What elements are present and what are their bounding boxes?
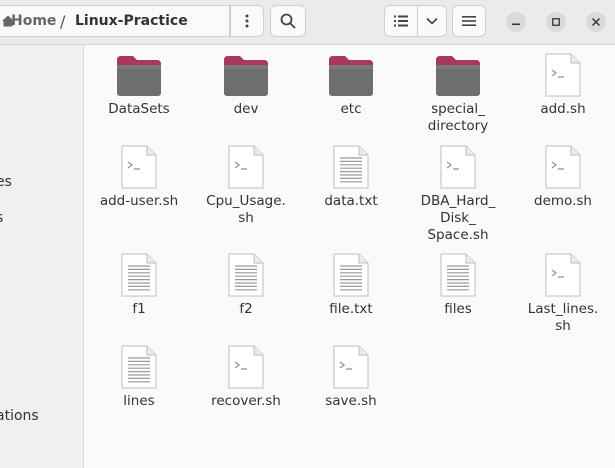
file-name-label: add-user.sh [99, 193, 179, 209]
text-file-icon [331, 144, 371, 190]
file-name-label: recover.sh [211, 393, 281, 409]
maximize-icon [552, 18, 560, 26]
file-name-label: add.sh [540, 101, 586, 117]
script-file-icon [543, 252, 583, 298]
folder-icon [222, 54, 270, 100]
main-menu-button[interactable] [452, 5, 486, 37]
path-menu-button[interactable] [230, 5, 264, 37]
maximize-button[interactable] [546, 12, 566, 32]
hamburger-icon [462, 16, 476, 26]
sidebar-item[interactable]: ations [0, 408, 39, 424]
file-name-label: files [444, 301, 472, 317]
script-file-icon [226, 144, 266, 190]
folder-icon [434, 54, 482, 100]
minimize-icon [512, 23, 520, 25]
view-options-dropdown[interactable] [417, 5, 447, 37]
breadcrumb-current[interactable]: Linux-Practice [75, 13, 188, 29]
sidebar-item[interactable]: es [0, 174, 12, 190]
script-file-icon [119, 144, 159, 190]
close-icon [592, 18, 600, 26]
file-name-label: Cpu_Usage. sh [206, 193, 286, 226]
text-file-icon [119, 344, 159, 390]
search-icon [280, 13, 296, 29]
file-name-label: lines [123, 393, 155, 409]
file-name-label: f2 [239, 301, 253, 317]
text-file-icon [331, 252, 371, 298]
view-list-button[interactable] [384, 5, 418, 37]
file-name-label: Last_lines. sh [527, 301, 599, 334]
close-button[interactable] [586, 12, 606, 32]
text-file-icon [119, 252, 159, 298]
kebab-menu-icon [245, 14, 249, 28]
file-name-label: file.txt [329, 301, 373, 317]
file-name-label: demo.sh [534, 193, 592, 209]
file-name-label: etc [340, 101, 362, 117]
file-name-label: DBA_Hard_ Disk_ Space.sh [420, 193, 496, 243]
folder-icon [115, 54, 163, 100]
sidebar-item[interactable]: s [0, 210, 3, 226]
folder-icon [327, 54, 375, 100]
script-file-icon [543, 144, 583, 190]
file-name-label: dev [233, 101, 259, 117]
file-name-label: special_ directory [427, 101, 489, 134]
file-name-label: DataSets [108, 101, 170, 117]
script-file-icon [331, 344, 371, 390]
chevron-down-icon [426, 17, 438, 25]
script-file-icon [438, 144, 478, 190]
text-file-icon [438, 252, 478, 298]
text-file-icon [226, 252, 266, 298]
search-button[interactable] [270, 5, 306, 37]
file-name-label: f1 [132, 301, 146, 317]
minimize-button[interactable] [506, 12, 526, 32]
file-name-label: save.sh [325, 393, 377, 409]
list-view-icon [394, 15, 408, 27]
breadcrumb-home[interactable]: Home [11, 13, 56, 29]
file-name-label: data.txt [324, 193, 378, 209]
script-file-icon [543, 52, 583, 98]
sidebar: es s ations [0, 45, 84, 468]
breadcrumb: Home / Linux-Practice [0, 5, 230, 37]
script-file-icon [226, 344, 266, 390]
header-bar: Home / Linux-Practice [0, 0, 615, 45]
breadcrumb-separator: / [60, 12, 66, 31]
